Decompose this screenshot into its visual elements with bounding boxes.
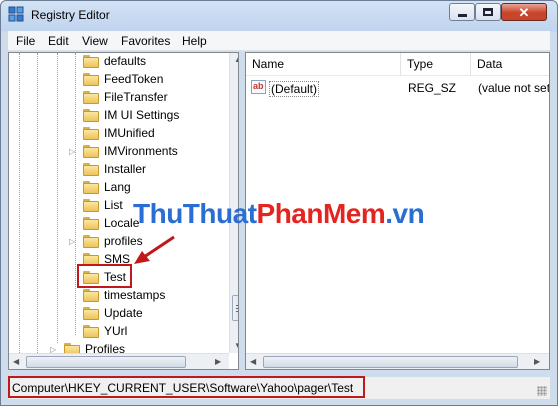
tree-item-label: timestamps: [104, 288, 166, 302]
folder-icon: [83, 163, 99, 176]
tree-item-label: defaults: [104, 54, 147, 68]
value-row-type: REG_SZ: [408, 81, 457, 95]
list-horizontal-scrollbar[interactable]: ◀ ▶: [246, 353, 549, 369]
tree-horizontal-scroll-thumb[interactable]: [26, 356, 186, 368]
resize-grip-icon[interactable]: [537, 386, 547, 396]
tree-horizontal-scrollbar[interactable]: ◀ ▶: [9, 353, 229, 369]
tree-item[interactable]: YUrl: [9, 323, 229, 341]
test-key-highlight: [77, 264, 132, 288]
scroll-up-icon[interactable]: ▲: [234, 55, 238, 64]
menu-edit[interactable]: Edit: [48, 34, 69, 48]
folder-icon: [83, 55, 99, 68]
tree-item[interactable]: FileTransfer: [9, 89, 229, 107]
minimize-button[interactable]: [449, 3, 475, 21]
folder-icon: [83, 235, 99, 248]
column-header-type[interactable]: Type: [401, 53, 471, 76]
tree-vertical-scroll-thumb[interactable]: [232, 295, 238, 321]
tree-item[interactable]: ▷ profiles: [9, 233, 229, 251]
annotation-arrow-icon: [134, 235, 175, 264]
menu-bar: File Edit View Favorites Help: [8, 31, 550, 51]
string-value-icon: ab: [251, 80, 266, 94]
tree-item[interactable]: defaults: [9, 53, 229, 71]
menu-help[interactable]: Help: [182, 34, 207, 48]
tree-item-label: Lang: [104, 180, 131, 194]
folder-icon: [83, 109, 99, 122]
tree-item[interactable]: ▷ IMVironments: [9, 143, 229, 161]
tree-item[interactable]: Update: [9, 305, 229, 323]
tree-item-label: FileTransfer: [104, 90, 168, 104]
watermark-part-3: .vn: [385, 198, 425, 229]
scroll-left-icon[interactable]: ◀: [250, 357, 256, 366]
folder-icon: [83, 289, 99, 302]
registry-editor-icon: [8, 6, 24, 22]
folder-icon: [83, 73, 99, 86]
close-button[interactable]: ✕: [501, 3, 547, 21]
menu-view[interactable]: View: [82, 34, 108, 48]
tree-item[interactable]: IM UI Settings: [9, 107, 229, 125]
maximize-button[interactable]: [475, 3, 501, 21]
folder-icon: [83, 127, 99, 140]
scroll-right-icon[interactable]: ▶: [534, 357, 540, 366]
folder-icon: [83, 325, 99, 338]
scroll-right-icon[interactable]: ▶: [215, 357, 221, 366]
menu-favorites[interactable]: Favorites: [121, 34, 170, 48]
folder-icon: [83, 217, 99, 230]
folder-icon: [83, 307, 99, 320]
watermark-part-2: PhanMem: [256, 198, 386, 229]
scroll-left-icon[interactable]: ◀: [13, 357, 19, 366]
tree-item[interactable]: IMUnified: [9, 125, 229, 143]
tree-item[interactable]: timestamps: [9, 287, 229, 305]
tree-item[interactable]: Installer: [9, 161, 229, 179]
expand-arrow-icon[interactable]: ▷: [69, 237, 78, 246]
watermark: ThuThuatPhanMem.vn: [133, 198, 425, 230]
tree-item[interactable]: FeedToken: [9, 71, 229, 89]
title-bar[interactable]: Registry Editor ✕: [1, 1, 557, 29]
column-header-name[interactable]: Name: [246, 53, 401, 76]
tree-item[interactable]: Lang: [9, 179, 229, 197]
expand-arrow-icon[interactable]: ▷: [69, 147, 78, 156]
value-row-name[interactable]: (Default): [269, 81, 320, 97]
menu-file[interactable]: File: [16, 34, 35, 48]
minimize-icon: [457, 13, 467, 17]
folder-icon: [83, 91, 99, 104]
scroll-down-icon[interactable]: ▼: [234, 341, 238, 350]
folder-icon: [83, 199, 99, 212]
tree-item-label: IMUnified: [104, 126, 155, 140]
list-horizontal-scroll-thumb[interactable]: [263, 356, 518, 368]
status-path-highlight: [8, 376, 365, 398]
maximize-icon: [483, 8, 493, 16]
watermark-part-1: ThuThuat: [133, 198, 257, 229]
tree-item-label: YUrl: [104, 324, 128, 338]
tree-item-label: FeedToken: [104, 72, 164, 86]
close-icon: ✕: [518, 4, 530, 20]
tree-item-label: Update: [104, 306, 143, 320]
folder-icon: [83, 145, 99, 158]
column-header-data[interactable]: Data: [471, 53, 549, 76]
tree-item-label: IMVironments: [104, 144, 178, 158]
tree-item-label: List: [104, 198, 123, 212]
tree-item-label: IM UI Settings: [104, 108, 180, 122]
tree-item-label: Installer: [104, 162, 147, 176]
window-title: Registry Editor: [31, 8, 110, 22]
value-row-data: (value not set): [478, 81, 550, 95]
folder-icon: [83, 181, 99, 194]
